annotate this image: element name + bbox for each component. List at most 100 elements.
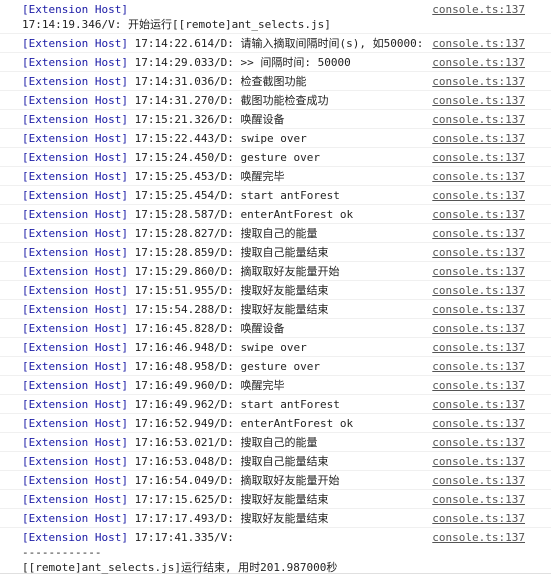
message-text: 17:15:28.827/D: 搜取自己的能量 [127, 227, 318, 240]
message-text: 17:16:45.828/D: 唤醒设备 [127, 322, 285, 335]
source-link[interactable]: console.ts:137 [432, 169, 525, 184]
source-link[interactable]: console.ts:137 [432, 302, 525, 317]
message-source-tag: [Extension Host] [22, 398, 128, 411]
console-message: [Extension Host] 17:14:29.033/D: >> 间隔时间… [0, 53, 551, 72]
message-source-tag: [Extension Host] [22, 493, 128, 506]
message-text: 17:15:51.955/D: 搜取好友能量结束 [127, 284, 329, 297]
console-message: [Extension Host] 17:15:28.827/D: 搜取自己的能量… [0, 224, 551, 243]
message-source-tag: [Extension Host] [22, 265, 128, 278]
source-link[interactable]: console.ts:137 [432, 340, 525, 355]
console-message: [Extension Host] 17:17:41.335/V: -------… [0, 528, 551, 574]
message-text: 17:15:25.454/D: start antForest [127, 189, 340, 202]
message-text: 17:16:48.958/D: gesture over [127, 360, 321, 373]
console-panel: [Extension Host] 17:14:19.346/V: 开始运行[[r… [0, 0, 551, 574]
console-message: [Extension Host] 17:15:21.326/D: 唤醒设备 con… [0, 110, 551, 129]
console-message: [Extension Host] 17:16:46.948/D: swipe o… [0, 338, 551, 357]
message-source-tag: [Extension Host] [22, 360, 128, 373]
message-text: 17:15:28.859/D: 搜取自己能量结束 [127, 246, 329, 259]
console-message: [Extension Host] 17:15:54.288/D: 搜取好友能量结… [0, 300, 551, 319]
message-source-tag: [Extension Host] [22, 303, 128, 316]
message-source-tag: [Extension Host] [22, 37, 128, 50]
console-message: [Extension Host] 17:15:25.453/D: 唤醒完毕 con… [0, 167, 551, 186]
message-text: 17:15:29.860/D: 摘取取好友能量开始 [127, 265, 340, 278]
message-text: 17:17:15.625/D: 搜取好友能量结束 [127, 493, 329, 506]
message-source-tag: [Extension Host] [22, 284, 128, 297]
console-message: [Extension Host] 17:16:48.958/D: gesture… [0, 357, 551, 376]
source-link[interactable]: console.ts:137 [432, 226, 525, 241]
message-text: 17:16:53.021/D: 搜取自己的能量 [127, 436, 318, 449]
message-text: 17:15:21.326/D: 唤醒设备 [127, 113, 285, 126]
console-message: [Extension Host] 17:16:53.021/D: 搜取自己的能量… [0, 433, 551, 452]
message-text: 17:14:29.033/D: >> 间隔时间: 50000 [127, 56, 351, 69]
message-source-tag: [Extension Host] [22, 512, 128, 525]
source-link[interactable]: console.ts:137 [432, 150, 525, 165]
source-link[interactable]: console.ts:137 [432, 359, 525, 374]
message-text: 17:16:53.048/D: 搜取自己能量结束 [127, 455, 329, 468]
source-link[interactable]: console.ts:137 [432, 55, 525, 70]
source-link[interactable]: console.ts:137 [432, 188, 525, 203]
console-message: [Extension Host] 17:14:31.036/D: 检查截图功能 c… [0, 72, 551, 91]
source-link[interactable]: console.ts:137 [432, 112, 525, 127]
console-message: [Extension Host] 17:15:24.450/D: gesture… [0, 148, 551, 167]
source-link[interactable]: console.ts:137 [432, 2, 525, 17]
message-source-tag: [Extension Host] [22, 170, 128, 183]
message-text: 17:14:31.270/D: 截图功能检查成功 [127, 94, 329, 107]
console-message: [Extension Host] 17:15:28.859/D: 搜取自己能量结… [0, 243, 551, 262]
console-message: [Extension Host] 17:14:19.346/V: 开始运行[[r… [0, 0, 551, 34]
message-text: 17:16:52.949/D: enterAntForest ok [127, 417, 354, 430]
message-source-tag: [Extension Host] [22, 227, 128, 240]
message-source-tag: [Extension Host] [22, 151, 128, 164]
console-message: [Extension Host] 17:15:29.860/D: 摘取取好友能量… [0, 262, 551, 281]
source-link[interactable]: console.ts:137 [432, 473, 525, 488]
message-source-tag: [Extension Host] [22, 341, 128, 354]
message-text: 17:15:54.288/D: 搜取好友能量结束 [127, 303, 329, 316]
source-link[interactable]: console.ts:137 [432, 492, 525, 507]
source-link[interactable]: console.ts:137 [432, 397, 525, 412]
source-link[interactable]: console.ts:137 [432, 207, 525, 222]
console-message: [Extension Host] 17:16:54.049/D: 摘取取好友能量… [0, 471, 551, 490]
source-link[interactable]: console.ts:137 [432, 416, 525, 431]
message-text: 17:17:17.493/D: 搜取好友能量结束 [127, 512, 329, 525]
console-message: [Extension Host] 17:17:17.493/D: 搜取好友能量结… [0, 509, 551, 528]
console-message: [Extension Host] 17:14:31.270/D: 截图功能检查成… [0, 91, 551, 110]
message-source-tag: [Extension Host] [22, 75, 128, 88]
message-text: 17:15:22.443/D: swipe over [127, 132, 307, 145]
message-text: 17:15:24.450/D: gesture over [127, 151, 321, 164]
message-source-tag: [Extension Host] [22, 208, 128, 221]
console-message: [Extension Host] 17:16:53.048/D: 搜取自己能量结… [0, 452, 551, 471]
message-source-tag: [Extension Host] [22, 474, 128, 487]
source-link[interactable]: console.ts:137 [432, 74, 525, 89]
message-text: 17:14:22.614/D: 请输入摘取间隔时间(s), 如50000: [127, 37, 424, 50]
source-link[interactable]: console.ts:137 [432, 245, 525, 260]
message-source-tag: [Extension Host] [22, 436, 128, 449]
source-link[interactable]: console.ts:137 [432, 321, 525, 336]
message-source-tag: [Extension Host] [22, 3, 128, 16]
source-link[interactable]: console.ts:137 [432, 511, 525, 526]
message-source-tag: [Extension Host] [22, 322, 128, 335]
message-text: 17:15:25.453/D: 唤醒完毕 [127, 170, 285, 183]
message-source-tag: [Extension Host] [22, 189, 128, 202]
source-link[interactable]: console.ts:137 [432, 283, 525, 298]
console-message: [Extension Host] 17:16:49.960/D: 唤醒完毕 con… [0, 376, 551, 395]
message-text: 17:16:49.962/D: start antForest [127, 398, 340, 411]
console-message: [Extension Host] 17:15:25.454/D: start a… [0, 186, 551, 205]
console-message: [Extension Host] 17:15:22.443/D: swipe o… [0, 129, 551, 148]
message-source-tag: [Extension Host] [22, 531, 128, 544]
message-source-tag: [Extension Host] [22, 56, 128, 69]
console-message: [Extension Host] 17:16:45.828/D: 唤醒设备 con… [0, 319, 551, 338]
source-link[interactable]: console.ts:137 [432, 378, 525, 393]
source-link[interactable]: console.ts:137 [432, 454, 525, 469]
source-link[interactable]: console.ts:137 [432, 131, 525, 146]
console-message: [Extension Host] 17:16:52.949/D: enterAn… [0, 414, 551, 433]
message-source-tag: [Extension Host] [22, 113, 128, 126]
source-link[interactable]: console.ts:137 [432, 435, 525, 450]
message-text: 17:16:46.948/D: swipe over [127, 341, 307, 354]
message-source-tag: [Extension Host] [22, 246, 128, 259]
console-message: [Extension Host] 17:17:15.625/D: 搜取好友能量结… [0, 490, 551, 509]
source-link[interactable]: console.ts:137 [432, 530, 525, 545]
source-link[interactable]: console.ts:137 [432, 264, 525, 279]
source-link[interactable]: console.ts:137 [432, 93, 525, 108]
message-source-tag: [Extension Host] [22, 379, 128, 392]
message-source-tag: [Extension Host] [22, 94, 128, 107]
source-link[interactable]: console.ts:137 [432, 36, 525, 51]
